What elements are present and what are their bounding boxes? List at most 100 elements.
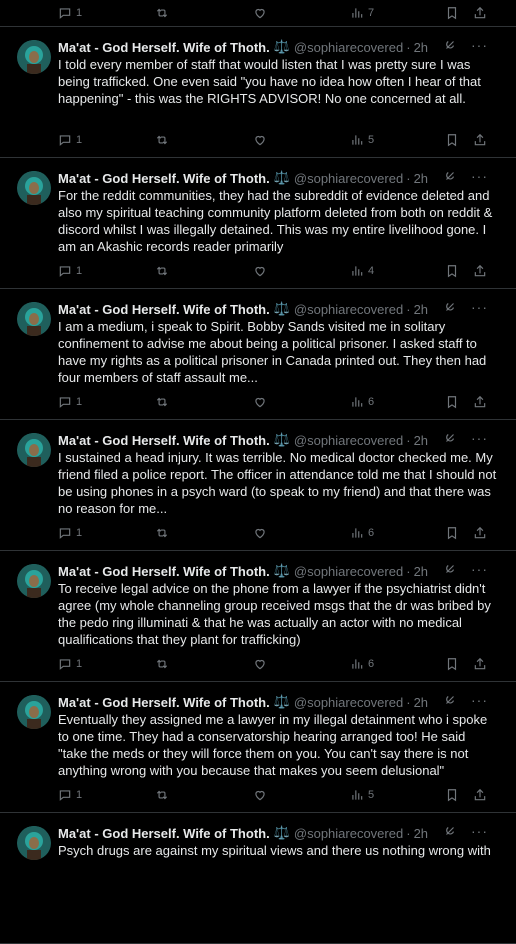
- bookmark-button[interactable]: [445, 6, 459, 20]
- share-button[interactable]: [473, 264, 487, 278]
- retweet-button[interactable]: [155, 526, 169, 540]
- timestamp[interactable]: 2h: [414, 433, 428, 448]
- author-name[interactable]: Ma'at - God Herself. Wife of Thoth.: [58, 695, 270, 710]
- avatar[interactable]: [17, 826, 51, 860]
- like-button[interactable]: [253, 657, 267, 671]
- timestamp[interactable]: 2h: [414, 302, 428, 317]
- bookmark-button[interactable]: [445, 788, 459, 802]
- avatar[interactable]: [17, 695, 51, 729]
- retweet-button[interactable]: [155, 395, 169, 409]
- like-button[interactable]: [253, 788, 267, 802]
- tweet[interactable]: Ma'at - God Herself. Wife of Thoth. ⚖️ @so…: [0, 813, 516, 944]
- tweet-header: Ma'at - God Herself. Wife of Thoth. ⚖️ @so…: [58, 562, 506, 580]
- share-button[interactable]: [473, 788, 487, 802]
- grok-button[interactable]: [443, 824, 457, 838]
- timestamp[interactable]: 2h: [414, 695, 428, 710]
- avatar[interactable]: [17, 40, 51, 74]
- tweet[interactable]: Ma'at - God Herself. Wife of Thoth. ⚖️ @so…: [0, 551, 516, 682]
- share-button[interactable]: [473, 526, 487, 540]
- avatar[interactable]: [17, 302, 51, 336]
- author-handle[interactable]: @sophiarecovered: [294, 171, 403, 186]
- retweet-button[interactable]: [155, 657, 169, 671]
- author-name[interactable]: Ma'at - God Herself. Wife of Thoth.: [58, 171, 270, 186]
- more-button[interactable]: ···: [471, 169, 488, 183]
- author-handle[interactable]: @sophiarecovered: [294, 695, 403, 710]
- author-name[interactable]: Ma'at - God Herself. Wife of Thoth.: [58, 302, 270, 317]
- timestamp[interactable]: 2h: [414, 826, 428, 841]
- like-button[interactable]: [253, 395, 267, 409]
- more-button[interactable]: ···: [471, 562, 488, 576]
- tweet-header: Ma'at - God Herself. Wife of Thoth. ⚖️ @so…: [58, 431, 506, 449]
- bookmark-button[interactable]: [445, 133, 459, 147]
- reply-button[interactable]: 1: [58, 526, 82, 540]
- author-handle[interactable]: @sophiarecovered: [294, 826, 403, 841]
- grok-button[interactable]: [443, 431, 457, 445]
- more-button[interactable]: ···: [471, 824, 488, 838]
- share-button[interactable]: [473, 6, 487, 20]
- like-button[interactable]: [253, 6, 267, 20]
- views-button[interactable]: 4: [350, 264, 374, 278]
- author-name[interactable]: Ma'at - God Herself. Wife of Thoth.: [58, 40, 270, 55]
- tweet[interactable]: Ma'at - God Herself. Wife of Thoth. ⚖️ @so…: [0, 289, 516, 420]
- grok-button[interactable]: [443, 169, 457, 183]
- retweet-button[interactable]: [155, 6, 169, 20]
- more-button[interactable]: ···: [471, 300, 488, 314]
- reply-button[interactable]: 1: [58, 264, 82, 278]
- views-button[interactable]: 5: [350, 133, 374, 147]
- grok-button[interactable]: [443, 562, 457, 576]
- more-button[interactable]: ···: [471, 431, 488, 445]
- share-button[interactable]: [473, 395, 487, 409]
- share-button[interactable]: [473, 133, 487, 147]
- avatar[interactable]: [17, 564, 51, 598]
- share-button[interactable]: [473, 657, 487, 671]
- heart-icon: [255, 790, 265, 801]
- bookmark-button[interactable]: [445, 395, 459, 409]
- scales-badge: ⚖️: [273, 170, 290, 185]
- timestamp[interactable]: 2h: [414, 564, 428, 579]
- tweet[interactable]: Ma'at - God Herself. Wife of Thoth. ⚖️ @so…: [0, 158, 516, 289]
- retweet-button[interactable]: [155, 133, 169, 147]
- tweet[interactable]: Ma'at - God Herself. Wife of Thoth. ⚖️ @so…: [0, 420, 516, 551]
- more-button[interactable]: ···: [471, 693, 488, 707]
- bookmark-button[interactable]: [445, 264, 459, 278]
- avatar[interactable]: [17, 433, 51, 467]
- author-name[interactable]: Ma'at - God Herself. Wife of Thoth.: [58, 564, 270, 579]
- grok-button[interactable]: [443, 693, 457, 707]
- avatar[interactable]: [17, 171, 51, 205]
- views-button[interactable]: 6: [350, 657, 374, 671]
- tweet[interactable]: Ma'at - God Herself. Wife of Thoth. ⚖️ @so…: [0, 682, 516, 813]
- views-button[interactable]: 5: [350, 788, 374, 802]
- tweet-text: I sustained a head injury. It was terrib…: [58, 450, 497, 516]
- grok-button[interactable]: [443, 300, 457, 314]
- reply-button[interactable]: 1: [58, 657, 82, 671]
- author-name[interactable]: Ma'at - God Herself. Wife of Thoth.: [58, 433, 270, 448]
- timestamp[interactable]: 2h: [414, 171, 428, 186]
- reply-button[interactable]: 1: [58, 133, 82, 147]
- more-button[interactable]: ···: [471, 38, 488, 52]
- retweet-button[interactable]: [155, 788, 169, 802]
- scales-badge: ⚖️: [273, 563, 290, 578]
- retweet-button[interactable]: [155, 264, 169, 278]
- reply-button[interactable]: 1: [58, 6, 82, 20]
- author-handle[interactable]: @sophiarecovered: [294, 433, 403, 448]
- views-button[interactable]: 6: [350, 395, 374, 409]
- reply-button[interactable]: 1: [58, 395, 82, 409]
- more-icon: ···: [471, 430, 488, 446]
- author-handle[interactable]: @sophiarecovered: [294, 40, 403, 55]
- like-button[interactable]: [253, 526, 267, 540]
- reply-button[interactable]: 1: [58, 788, 82, 802]
- like-button[interactable]: [253, 264, 267, 278]
- views-count: 7: [368, 7, 375, 19]
- author-name[interactable]: Ma'at - God Herself. Wife of Thoth.: [58, 826, 270, 841]
- bookmark-button[interactable]: [445, 657, 459, 671]
- author-handle[interactable]: @sophiarecovered: [294, 302, 403, 317]
- grok-button[interactable]: [443, 38, 457, 52]
- like-button[interactable]: [253, 133, 267, 147]
- heart-icon: [255, 135, 265, 146]
- views-button[interactable]: 6: [350, 526, 374, 540]
- tweet[interactable]: Ma'at - God Herself. Wife of Thoth. ⚖️ @so…: [0, 27, 516, 158]
- views-button[interactable]: 7: [350, 6, 374, 20]
- bookmark-button[interactable]: [445, 526, 459, 540]
- timestamp[interactable]: 2h: [414, 40, 428, 55]
- author-handle[interactable]: @sophiarecovered: [294, 564, 403, 579]
